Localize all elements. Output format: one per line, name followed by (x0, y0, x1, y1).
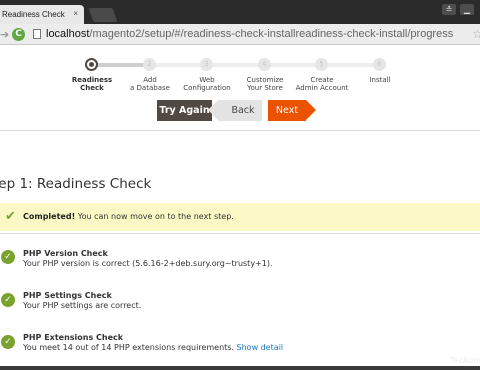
step-dot-6: 6 (373, 58, 386, 71)
header-divider (0, 130, 480, 131)
step-dot-1 (85, 58, 98, 71)
show-detail-link[interactable]: Show detail (237, 343, 284, 352)
bottom-bar (0, 366, 480, 370)
page-icon (33, 29, 41, 39)
back-button[interactable]: Back (208, 100, 262, 121)
step-dot-4: 4 (258, 58, 271, 71)
check-circle-icon: ✓ (1, 335, 15, 349)
success-message-body: You can now move on to the next step. (75, 212, 234, 221)
php-version-check-desc: Your PHP version is correct (5.6.16-2+de… (23, 259, 273, 268)
success-message: ✔ Completed! You can now move on to the … (0, 203, 480, 231)
step-dot-5: 5 (315, 58, 328, 71)
php-version-check-title: PHP Version Check (23, 249, 108, 258)
star-icon[interactable]: ☆ (472, 27, 480, 41)
php-settings-check-desc: Your PHP settings are correct. (23, 301, 142, 310)
try-again-button[interactable]: Try Again (157, 100, 212, 121)
watermark: TecAdmin (450, 356, 480, 365)
checkmark-icon: ✔ (5, 209, 16, 224)
step-label-5-line2: Admin Account (295, 84, 349, 92)
tab-close-icon[interactable]: × (73, 9, 78, 18)
new-tab-button[interactable] (88, 8, 118, 22)
php-extensions-check-title: PHP Extensions Check (23, 333, 124, 342)
browser-tab-bar: Readiness Check × ≛ ▁ (0, 0, 480, 24)
check-circle-icon: ✓ (1, 293, 15, 307)
reload-icon[interactable]: C (12, 28, 25, 41)
success-message-text: Completed! You can now move on to the ne… (23, 212, 234, 221)
php-settings-check-title: PHP Settings Check (23, 291, 112, 300)
url-field[interactable]: localhost/magento2/setup/#/readiness-che… (46, 28, 453, 40)
page-title: tep 1: Readiness Check (0, 176, 152, 192)
step-label-6: Install (342, 76, 418, 84)
address-bar: ➔ C localhost/magento2/setup/#/readiness… (0, 24, 480, 45)
minimize-icon[interactable]: ≛ (442, 4, 456, 15)
success-message-bold: Completed! (23, 212, 76, 221)
check-circle-icon: ✓ (1, 250, 15, 264)
progress-fill (92, 63, 150, 67)
step-dot-3: 3 (200, 58, 213, 71)
next-button[interactable]: Next (268, 100, 316, 121)
step-dot-2: 2 (143, 58, 156, 71)
step-label-6-line1: Install (369, 76, 391, 84)
php-extensions-check-text: You meet 14 out of 14 PHP extensions req… (23, 343, 234, 352)
tab-title: Readiness Check (2, 10, 65, 19)
url-host: localhost (46, 28, 90, 40)
window-icon[interactable]: ▁ (460, 4, 474, 15)
url-path: /magento2/setup/#/readiness-check-instal… (89, 28, 454, 40)
php-extensions-check-desc: You meet 14 out of 14 PHP extensions req… (23, 343, 283, 352)
forward-arrow-icon[interactable]: ➔ (0, 28, 9, 41)
browser-tab[interactable]: Readiness Check × (0, 5, 84, 24)
message-divider (0, 233, 480, 234)
